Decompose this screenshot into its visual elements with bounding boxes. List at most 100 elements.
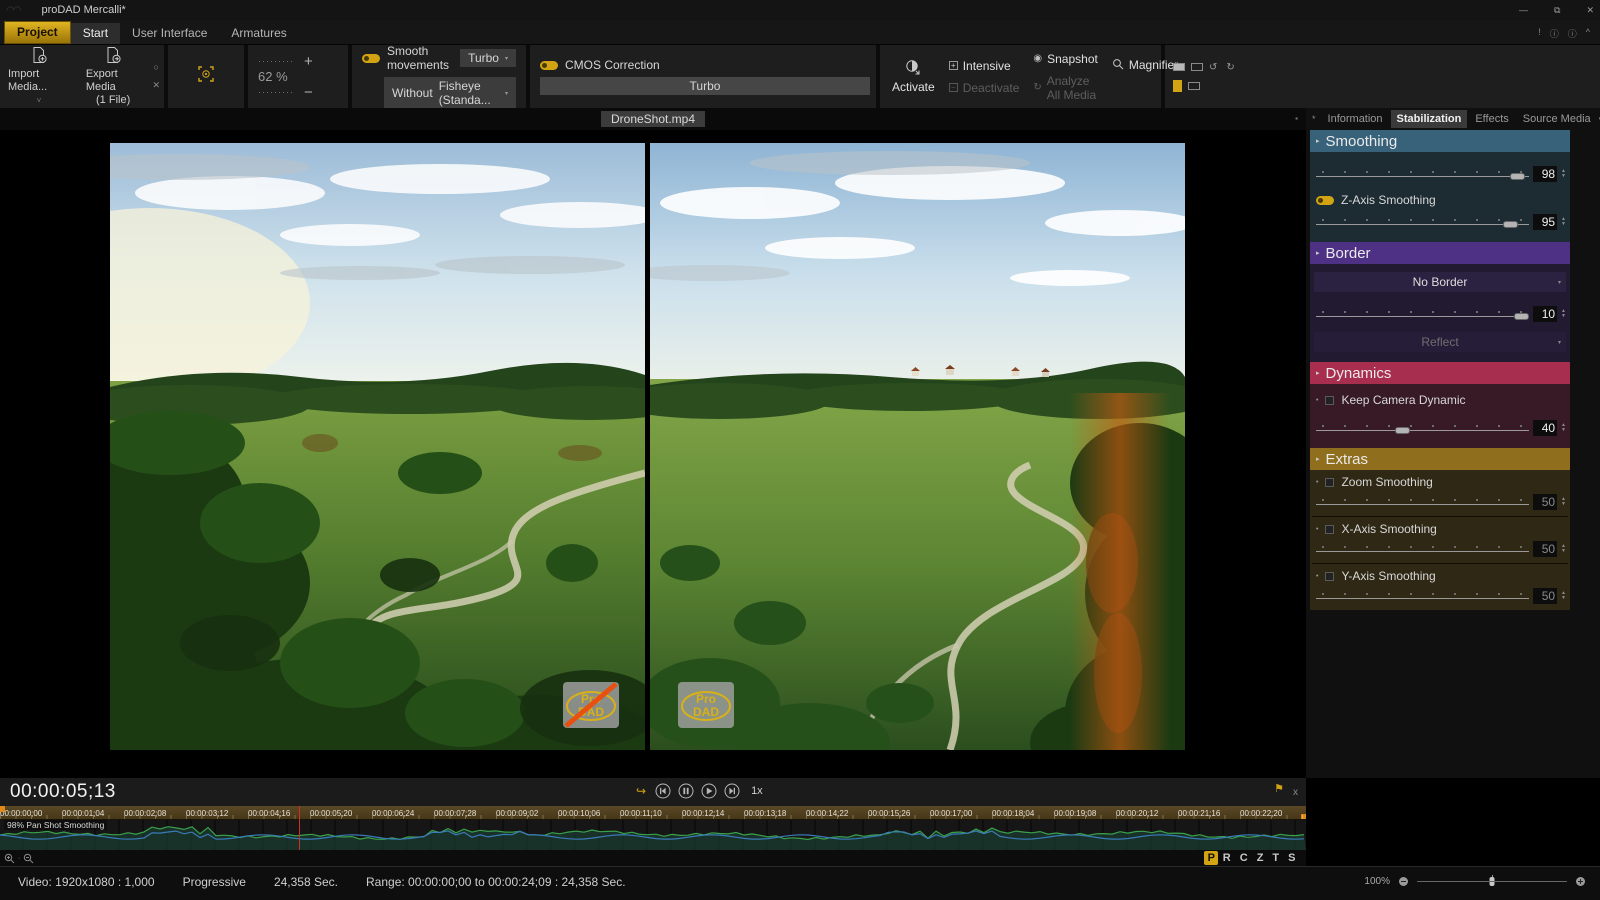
- zoom-smoothing-spinner[interactable]: ▲▼: [1561, 497, 1566, 507]
- collapse-ribbon-icon[interactable]: ^: [1586, 27, 1590, 40]
- xaxis-smoothing-slider[interactable]: 50 ▲▼: [1312, 539, 1568, 563]
- dynamics-spinner[interactable]: ▲▼: [1561, 423, 1566, 433]
- cmos-mode-dropdown[interactable]: Turbo: [540, 77, 870, 95]
- import-media-button[interactable]: Import Media... ˅: [0, 44, 78, 109]
- dual-monitor-icon[interactable]: [1191, 63, 1203, 71]
- about-icon[interactable]: ⓘ: [1568, 27, 1577, 40]
- tab-stabilization[interactable]: Stabilization: [1391, 110, 1468, 128]
- xaxis-smoothing-checkbox[interactable]: • X-Axis Smoothing: [1312, 517, 1568, 539]
- border-header[interactable]: ▸ Border: [1310, 242, 1570, 264]
- smoothing-spinner[interactable]: ▲▼: [1561, 169, 1566, 179]
- export-media-button[interactable]: Export Media (1 File): [78, 44, 149, 109]
- tab-information[interactable]: Information: [1322, 110, 1389, 128]
- yaxis-smoothing-checkbox[interactable]: • Y-Axis Smoothing: [1312, 564, 1568, 586]
- yaxis-smoothing-spinner[interactable]: ▲▼: [1561, 591, 1566, 601]
- menu-tab-project[interactable]: Project: [4, 21, 71, 44]
- border-value[interactable]: 10: [1533, 306, 1557, 322]
- border-mode-dropdown[interactable]: No Border ▾: [1314, 272, 1566, 292]
- marker-flag-icon[interactable]: ⚑: [1274, 782, 1284, 795]
- timeline-close-icon[interactable]: x: [1293, 787, 1298, 798]
- zoom-smoothing-value[interactable]: 50: [1533, 494, 1557, 510]
- status-zoom-thumb[interactable]: [1490, 877, 1495, 886]
- group-options-icon[interactable]: ○: [154, 62, 159, 72]
- full-view-icon[interactable]: [1188, 82, 1200, 90]
- zaxis-smoothing-slider[interactable]: 95 ▲▼: [1312, 210, 1568, 236]
- playhead[interactable]: [299, 806, 300, 850]
- status-zoom-in-icon[interactable]: [1575, 876, 1586, 887]
- undo-icon[interactable]: ↺: [1209, 62, 1220, 73]
- zoom-smoothing-checkbox[interactable]: • Zoom Smoothing: [1312, 470, 1568, 492]
- focus-target-icon[interactable]: [196, 64, 216, 89]
- section-bullet-icon: ▸: [1316, 369, 1320, 377]
- panel-pin-icon[interactable]: *: [1308, 114, 1320, 124]
- pause-button[interactable]: [678, 783, 694, 799]
- keep-camera-dynamic-checkbox[interactable]: • Keep Camera Dynamic: [1312, 388, 1568, 410]
- smoothing-header[interactable]: ▸ Smoothing: [1310, 130, 1570, 152]
- group-close-icon[interactable]: ✕: [152, 80, 160, 91]
- dynamics-value[interactable]: 40: [1533, 420, 1557, 436]
- redo-icon[interactable]: ↻: [1226, 62, 1237, 73]
- restore-icon[interactable]: ⧉: [1554, 5, 1560, 16]
- xaxis-smoothing-value[interactable]: 50: [1533, 541, 1557, 557]
- go-to-end-button[interactable]: [724, 783, 740, 799]
- playback-speed[interactable]: 1x: [751, 785, 763, 797]
- yaxis-smoothing-slider[interactable]: 50 ▲▼: [1312, 586, 1568, 610]
- tool-r-button[interactable]: R: [1218, 852, 1235, 864]
- tab-effects[interactable]: Effects: [1469, 110, 1514, 128]
- strip-options-icon[interactable]: ▪: [1295, 114, 1298, 123]
- import-media-icon: [30, 46, 48, 68]
- deactivate-button[interactable]: − Deactivate: [949, 81, 1020, 95]
- analyze-all-media-button[interactable]: ↻ Analyze All Media: [1033, 74, 1097, 102]
- timeline-zoom-in-icon[interactable]: [4, 853, 15, 864]
- snapshot-button[interactable]: ◉ Snapshot: [1033, 52, 1097, 66]
- timeline-ruler[interactable]: 00:00:00;00 00:00:01;04 00:00:02;08 00:0…: [0, 806, 1306, 820]
- tool-t-button[interactable]: T: [1268, 852, 1284, 864]
- tool-z-button[interactable]: Z: [1252, 852, 1268, 864]
- smoothing-slider[interactable]: 98 ▲▼: [1312, 156, 1568, 188]
- go-to-start-button[interactable]: [655, 783, 671, 799]
- zoom-smoothing-slider[interactable]: 50 ▲▼: [1312, 492, 1568, 516]
- menu-tab-start[interactable]: Start: [71, 23, 120, 44]
- smoothing-value[interactable]: 98: [1533, 166, 1557, 182]
- cmos-correction-toggle[interactable]: [540, 61, 558, 70]
- video-pane-stabilized[interactable]: Pro DAD: [650, 143, 1185, 750]
- dynamics-header[interactable]: ▸ Dynamics: [1310, 362, 1570, 384]
- compare-view-icon[interactable]: [1173, 80, 1182, 92]
- menu-tab-user-interface[interactable]: User Interface: [120, 23, 219, 44]
- loop-icon[interactable]: ↪: [636, 784, 646, 798]
- timeline-zoom-out-icon[interactable]: [23, 853, 34, 864]
- lens-profile-dropdown[interactable]: Without Fisheye (Standa... ▾: [384, 77, 516, 109]
- help-icon[interactable]: !: [1538, 27, 1541, 40]
- minimize-icon[interactable]: —: [1519, 5, 1528, 15]
- single-monitor-icon[interactable]: [1173, 63, 1185, 71]
- zoom-out-button[interactable]: −: [304, 84, 313, 101]
- smooth-movements-toggle[interactable]: [362, 54, 380, 63]
- reflect-dropdown[interactable]: Reflect ▾: [1314, 332, 1566, 352]
- tool-s-button[interactable]: S: [1284, 852, 1300, 864]
- dynamics-slider[interactable]: 40 ▲▼: [1312, 410, 1568, 442]
- analysis-waveform[interactable]: 98% Pan Shot Smoothing: [0, 820, 1306, 850]
- zaxis-smoothing-value[interactable]: 95: [1533, 214, 1557, 230]
- activate-button[interactable]: Activate: [892, 59, 935, 94]
- zoom-in-button[interactable]: +: [304, 53, 313, 70]
- intensive-button[interactable]: + Intensive: [949, 59, 1020, 73]
- yaxis-smoothing-value[interactable]: 50: [1533, 588, 1557, 604]
- zaxis-smoothing-toggle[interactable]: [1316, 196, 1334, 205]
- tool-p-button[interactable]: P: [1204, 851, 1218, 865]
- border-spinner[interactable]: ▲▼: [1561, 309, 1566, 319]
- close-icon[interactable]: ✕: [1586, 5, 1594, 16]
- zaxis-spinner[interactable]: ▲▼: [1561, 217, 1566, 227]
- clip-filename[interactable]: DroneShot.mp4: [601, 111, 705, 127]
- tab-source-media[interactable]: Source Media: [1517, 110, 1597, 128]
- xaxis-smoothing-spinner[interactable]: ▲▼: [1561, 544, 1566, 554]
- tool-c-button[interactable]: C: [1235, 852, 1252, 864]
- video-pane-original[interactable]: Pro DAD: [110, 143, 645, 750]
- border-slider[interactable]: 10 ▲▼: [1312, 296, 1568, 328]
- menu-tab-armatures[interactable]: Armatures: [219, 23, 298, 44]
- status-zoom-out-icon[interactable]: [1398, 876, 1409, 887]
- status-zoom-slider[interactable]: [1417, 874, 1567, 888]
- smooth-mode-dropdown[interactable]: Turbo▾: [460, 49, 516, 67]
- play-button[interactable]: [701, 783, 717, 799]
- extras-header[interactable]: ▸ Extras: [1310, 448, 1570, 470]
- info-icon[interactable]: ⓘ: [1550, 27, 1559, 40]
